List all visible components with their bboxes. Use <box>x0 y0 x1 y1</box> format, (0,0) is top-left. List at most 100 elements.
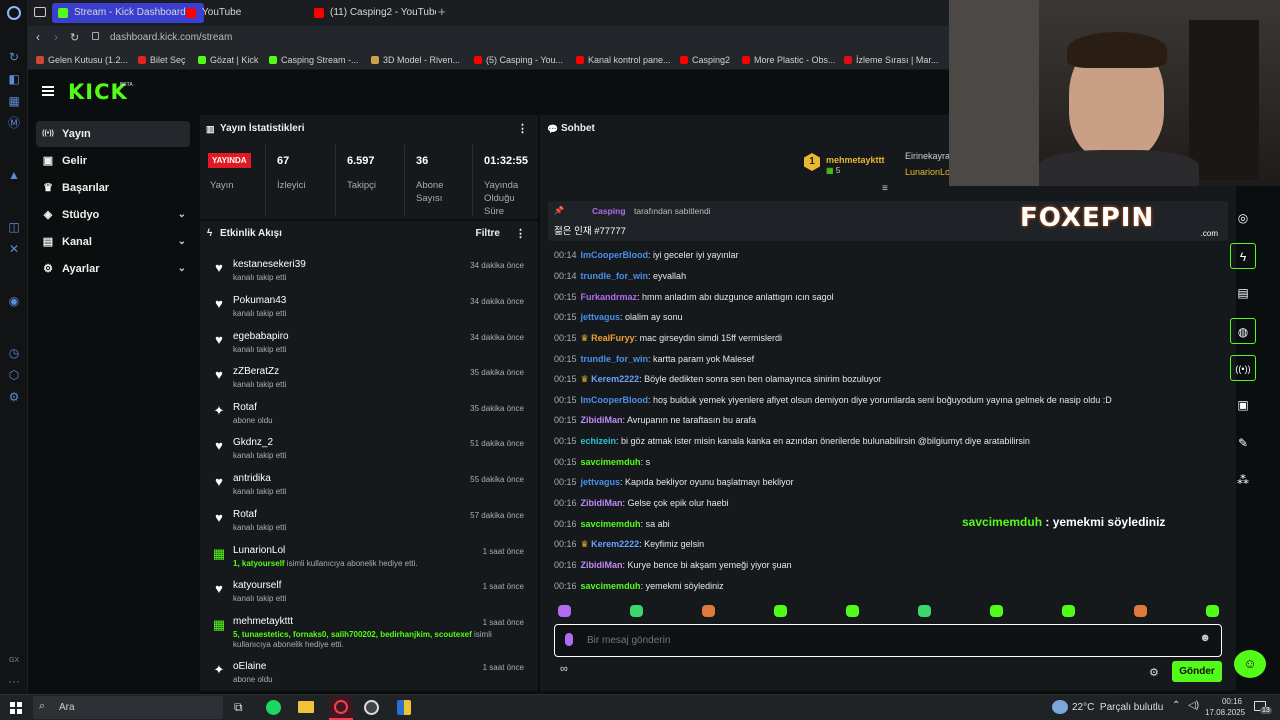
emote-icon[interactable] <box>702 605 715 617</box>
filter-button[interactable]: Filtre <box>476 221 500 247</box>
more-options-icon[interactable]: ⋮ <box>515 221 526 247</box>
notes-icon[interactable]: ▤ <box>1230 280 1256 306</box>
message-user[interactable]: jettvagus <box>581 477 621 487</box>
more-options-icon[interactable]: ⋮ <box>517 115 528 143</box>
more-icon[interactable]: ··· <box>7 674 21 688</box>
emote-icon[interactable] <box>990 605 1003 617</box>
bookmark-item[interactable]: İzleme Sırası | Mar... <box>844 54 938 66</box>
back-icon[interactable]: ‹ <box>36 30 40 44</box>
extension-icon[interactable]: ▦ <box>7 94 21 108</box>
third-gifter-name[interactable]: LunarionLo <box>905 167 950 177</box>
mail-icon[interactable]: Ⓜ <box>7 116 21 130</box>
forward-icon[interactable]: › <box>54 30 58 44</box>
hamburger-menu-icon[interactable] <box>42 86 54 96</box>
settings-icon[interactable]: ⚙ <box>7 390 21 404</box>
spotify-icon[interactable] <box>266 700 281 715</box>
bookmark-item[interactable]: Gözat | Kick <box>198 54 258 66</box>
emote-icon[interactable] <box>630 605 643 617</box>
bookmark-item[interactable]: Bilet Seç <box>138 54 186 66</box>
infinity-icon[interactable]: ∞ <box>560 663 568 675</box>
nav-item-basarilar[interactable]: ♛ Başarılar <box>36 175 190 201</box>
quick-actions-icon[interactable]: ϟ <box>1230 243 1256 269</box>
wrench-icon[interactable]: ✎ <box>1230 430 1256 456</box>
weather-text[interactable]: 22°C Parçalı bulutlu <box>1072 702 1163 713</box>
emote-icon[interactable] <box>774 605 787 617</box>
collapse-icon[interactable]: ≡ <box>882 183 888 194</box>
second-gifter-name[interactable]: Eirinekayra <box>905 151 950 161</box>
top-gifter-name[interactable]: mehmetaykttt <box>826 155 885 165</box>
chat-message-input[interactable] <box>587 632 1147 648</box>
message-user[interactable]: Furkandrmaz <box>581 292 638 302</box>
message-user[interactable]: ZibidiMan <box>581 498 623 508</box>
tab-youtube[interactable]: YouTube <box>180 3 310 23</box>
message-user[interactable]: echizein <box>581 436 617 446</box>
emoji-icon[interactable]: ☻ <box>1199 632 1211 644</box>
nav-item-ayarlar[interactable]: ⚙ Ayarlar ⌄ <box>36 256 190 282</box>
nav-item-yayin[interactable]: ((•)) Yayın <box>36 121 190 147</box>
app-icon[interactable] <box>397 700 411 715</box>
emote-icon[interactable] <box>1062 605 1075 617</box>
task-view-icon[interactable]: ⧉ <box>234 700 243 715</box>
tray-chevron-icon[interactable]: ⌃ <box>1172 700 1180 711</box>
message-user[interactable]: Kerem2222 <box>591 539 639 549</box>
url-field[interactable]: dashboard.kick.com/stream <box>110 32 232 43</box>
emote-icon[interactable] <box>1134 605 1147 617</box>
tab-casping2-youtube[interactable]: (11) Casping2 - YouTube <box>308 3 436 23</box>
activity-user[interactable]: Rotaf <box>233 509 257 520</box>
message-user[interactable]: RealFuryy <box>591 333 635 343</box>
broadcast-icon[interactable]: ((•)) <box>1230 355 1256 381</box>
aria-icon[interactable]: ▲ <box>7 168 21 182</box>
emote-icon[interactable] <box>558 605 571 617</box>
message-user[interactable]: ZibidiMan <box>581 560 623 570</box>
gx-icon[interactable]: GX <box>7 654 21 668</box>
message-user[interactable]: trundle_for_win <box>581 271 649 281</box>
message-user[interactable]: ImCooperBlood <box>581 395 649 405</box>
bookmark-item[interactable]: Gelen Kutusu (1.2... <box>36 54 128 66</box>
messenger-icon[interactable]: ◫ <box>7 220 21 234</box>
send-button[interactable]: Gönder <box>1172 661 1222 682</box>
activity-user[interactable]: katyourself <box>233 580 281 591</box>
opera-gx-icon[interactable] <box>329 696 353 720</box>
activity-user[interactable]: egebabapiro <box>233 331 289 342</box>
mic-icon[interactable] <box>565 633 573 646</box>
bookmark-item[interactable]: Casping Stream -... <box>269 54 359 66</box>
nav-item-gelir[interactable]: ▣ Gelir <box>36 148 190 174</box>
clock-time[interactable]: 00:16 <box>1212 697 1252 706</box>
tab-switcher-icon[interactable] <box>34 7 46 17</box>
windows-start-icon[interactable] <box>10 702 22 714</box>
nav-item-kanal[interactable]: ▤ Kanal ⌄ <box>36 229 190 255</box>
reload-icon[interactable]: ↻ <box>70 31 79 44</box>
activity-user[interactable]: antridika <box>233 473 271 484</box>
bookmark-item[interactable]: More Plastic - Obs... <box>742 54 836 66</box>
mod-tools-icon[interactable]: ▣ <box>1230 392 1256 418</box>
activity-user[interactable]: LunarionLol <box>233 545 285 556</box>
cube-icon[interactable]: ⬡ <box>7 368 21 382</box>
bookmark-item[interactable]: (5) Casping - You... <box>474 54 563 66</box>
message-user[interactable]: savcimemduh <box>581 519 641 529</box>
emote-icon[interactable] <box>1206 605 1219 617</box>
taskbar-search[interactable]: ⌕ Ara <box>33 696 223 719</box>
message-user[interactable]: ZibidiMan <box>581 415 623 425</box>
bookmark-item[interactable]: Kanal kontrol pane... <box>576 54 671 66</box>
activity-user[interactable]: oElaine <box>233 661 266 672</box>
activity-user[interactable]: zZBeratZz <box>233 366 279 377</box>
volume-icon[interactable]: ◁) <box>1188 700 1199 711</box>
emote-icon[interactable] <box>918 605 931 617</box>
chat-settings-icon[interactable]: ⚙ <box>1149 666 1159 679</box>
kick-logo[interactable]: KICK <box>68 80 128 104</box>
message-user[interactable]: jettvagus <box>581 312 621 322</box>
crypto-wallet-icon[interactable]: ◧ <box>7 72 21 86</box>
activity-user[interactable]: Rotaf <box>233 402 257 413</box>
chat-tool-icon[interactable]: ◍ <box>1230 318 1256 344</box>
new-tab-button[interactable]: + <box>438 4 446 19</box>
file-explorer-icon[interactable] <box>298 701 314 713</box>
message-user[interactable]: ImCooperBlood <box>581 250 649 260</box>
clock-date[interactable]: 17.08.2025 <box>1205 708 1245 717</box>
emote-icon[interactable] <box>846 605 859 617</box>
nav-item-studyo[interactable]: ◈ Stüdyo ⌄ <box>36 202 190 228</box>
bookmark-item[interactable]: 3D Model - Riven... <box>371 54 460 66</box>
activity-user[interactable]: Pokuman43 <box>233 295 286 306</box>
message-user[interactable]: savcimemduh <box>581 581 641 591</box>
activity-user[interactable]: kestanesekeri39 <box>233 259 306 270</box>
opera-logo-icon[interactable] <box>7 6 21 20</box>
